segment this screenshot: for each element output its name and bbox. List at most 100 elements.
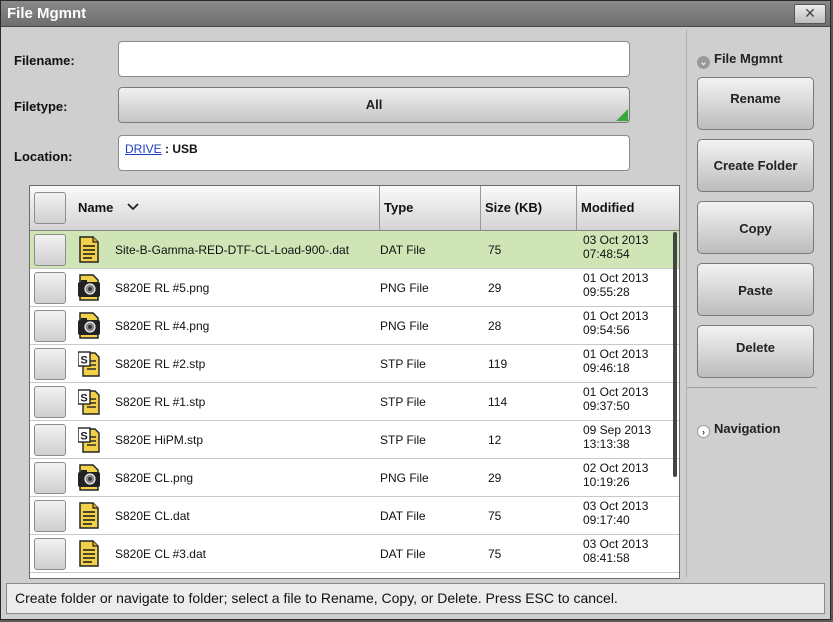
status-bar: Create folder or navigate to folder; sel… bbox=[6, 583, 825, 614]
table-row[interactable]: S820E CL.png PNG File 29 02 Oct 2013 10:19:2… bbox=[30, 459, 679, 497]
file-size: 29 bbox=[488, 471, 502, 485]
file-name: S820E RL #5.png bbox=[115, 281, 210, 295]
modified-time: 09:55:28 bbox=[583, 285, 630, 299]
row-checkbox[interactable] bbox=[34, 538, 66, 570]
column-name-label: Name bbox=[78, 200, 114, 215]
file-type: PNG File bbox=[380, 471, 429, 485]
setup-file-icon: S bbox=[77, 388, 100, 415]
modified-date: 01 Oct 2013 bbox=[583, 309, 649, 323]
file-modified: 01 Oct 2013 09:46:18 bbox=[583, 347, 648, 375]
modified-time: 09:37:50 bbox=[583, 399, 630, 413]
sidebar-divider bbox=[687, 387, 817, 388]
rename-button[interactable]: Rename bbox=[697, 77, 814, 130]
action-sidebar: ⌄ File Mgmnt Rename Create Folder Copy Pa… bbox=[686, 29, 817, 577]
file-browser-panel: Filename: Filetype: All Location: DRIVE … bbox=[14, 29, 680, 579]
file-name: S820E CL.dat bbox=[115, 509, 190, 523]
create-folder-button[interactable]: Create Folder bbox=[697, 139, 814, 192]
file-type: PNG File bbox=[380, 281, 429, 295]
header-select-cell bbox=[30, 186, 80, 230]
table-row[interactable]: S820E RL #5.png PNG File 29 01 Oct 2013 09:5… bbox=[30, 269, 679, 307]
file-type: STP File bbox=[380, 395, 426, 409]
table-row[interactable]: S S820E HiPM.stp STP File 12 09 Sep 2013 13:1… bbox=[30, 421, 679, 459]
table-row[interactable]: S820E RL #4.png PNG File 28 01 Oct 2013 09:5… bbox=[30, 307, 679, 345]
collapse-chevron-icon: ⌄ bbox=[697, 56, 710, 69]
table-row[interactable]: Site-B-Gamma-RED-DTF-CL-Load-900-.dat DAT… bbox=[30, 231, 679, 269]
sort-chevron-down-icon bbox=[127, 203, 139, 211]
column-header-type[interactable]: Type bbox=[380, 186, 481, 230]
drive-link[interactable]: DRIVE bbox=[125, 142, 162, 156]
expand-chevron-icon: › bbox=[697, 425, 710, 438]
row-checkbox[interactable] bbox=[34, 386, 66, 418]
copy-button[interactable]: Copy bbox=[697, 201, 814, 254]
file-table: Name Type Size (KB) Modified Site-B-Gamm… bbox=[29, 185, 680, 579]
file-name: S820E CL.png bbox=[115, 471, 194, 485]
setup-file-icon: S bbox=[77, 426, 100, 453]
title-bar: File Mgmnt ✕ bbox=[1, 1, 830, 27]
file-modified: 01 Oct 2013 09:55:28 bbox=[583, 271, 648, 299]
navigation-section-header[interactable]: › Navigation bbox=[697, 421, 780, 438]
filename-input[interactable] bbox=[118, 41, 630, 77]
file-modified: 02 Oct 2013 10:19:26 bbox=[583, 461, 648, 489]
file-size: 75 bbox=[488, 243, 502, 257]
navigation-label: Navigation bbox=[714, 421, 781, 436]
file-name: S820E RL #2.stp bbox=[115, 357, 206, 371]
file-management-window: File Mgmnt ✕ Filename: Filetype: All Loc… bbox=[0, 0, 831, 620]
modified-time: 09:46:18 bbox=[583, 361, 630, 375]
file-type: DAT File bbox=[380, 243, 426, 257]
window-title: File Mgmnt bbox=[7, 5, 87, 22]
close-button[interactable]: ✕ bbox=[794, 4, 826, 24]
row-checkbox[interactable] bbox=[34, 310, 66, 342]
document-icon bbox=[78, 236, 100, 263]
modified-date: 03 Oct 2013 bbox=[583, 499, 649, 513]
table-header: Name Type Size (KB) Modified bbox=[30, 186, 679, 231]
filename-label: Filename: bbox=[14, 53, 75, 68]
row-checkbox[interactable] bbox=[34, 462, 66, 494]
table-row[interactable]: S S820E RL #2.stp STP File 119 01 Oct 2013 09… bbox=[30, 345, 679, 383]
modified-date: 01 Oct 2013 bbox=[583, 271, 649, 285]
modified-date: 02 Oct 2013 bbox=[583, 461, 649, 475]
column-header-modified[interactable]: Modified bbox=[577, 186, 679, 230]
location-field: DRIVE : USB bbox=[118, 135, 630, 171]
table-row[interactable]: S820E CL.dat DAT File 75 03 Oct 2013 09:17:4… bbox=[30, 497, 679, 535]
row-checkbox[interactable] bbox=[34, 348, 66, 380]
file-modified: 03 Oct 2013 09:17:40 bbox=[583, 499, 648, 527]
row-checkbox[interactable] bbox=[34, 424, 66, 456]
file-size: 119 bbox=[488, 357, 508, 371]
file-type: STP File bbox=[380, 357, 426, 371]
modified-date: 03 Oct 2013 bbox=[583, 233, 649, 247]
dropdown-corner-indicator-icon bbox=[616, 109, 628, 121]
file-type: DAT File bbox=[380, 547, 426, 561]
delete-button[interactable]: Delete bbox=[697, 325, 814, 378]
column-header-size[interactable]: Size (KB) bbox=[481, 186, 577, 230]
setup-file-icon: S bbox=[77, 350, 100, 377]
scrollbar[interactable] bbox=[673, 232, 677, 477]
file-size: 29 bbox=[488, 281, 502, 295]
file-name: Site-B-Gamma-RED-DTF-CL-Load-900-.dat bbox=[115, 243, 350, 257]
file-size: 75 bbox=[488, 509, 502, 523]
svg-text:S: S bbox=[80, 393, 87, 405]
svg-text:S: S bbox=[80, 431, 87, 443]
file-modified: 03 Oct 2013 08:41:58 bbox=[583, 537, 648, 565]
modified-date: 09 Sep 2013 bbox=[583, 423, 652, 437]
modified-date: 03 Oct 2013 bbox=[583, 537, 649, 551]
filetype-value: All bbox=[365, 97, 383, 112]
file-name: S820E HiPM.stp bbox=[115, 433, 204, 447]
table-row[interactable]: S820E CL #3.dat DAT File 75 03 Oct 2013 08:4… bbox=[30, 535, 679, 573]
filetype-dropdown[interactable]: All bbox=[118, 87, 630, 123]
column-header-name[interactable]: Name bbox=[74, 186, 380, 230]
table-row[interactable]: S S820E RL #1.stp STP File 114 01 Oct 2013 09… bbox=[30, 383, 679, 421]
file-type: PNG File bbox=[380, 319, 429, 333]
select-all-checkbox[interactable] bbox=[34, 192, 66, 224]
modified-time: 09:17:40 bbox=[583, 513, 630, 527]
paste-button[interactable]: Paste bbox=[697, 263, 814, 316]
document-icon bbox=[78, 540, 100, 567]
modified-time: 10:19:26 bbox=[583, 475, 630, 489]
location-path: : USB bbox=[161, 142, 198, 156]
file-type: STP File bbox=[380, 433, 426, 447]
document-icon bbox=[78, 502, 100, 529]
file-mgmnt-section-header[interactable]: ⌄ File Mgmnt bbox=[697, 51, 783, 69]
row-checkbox[interactable] bbox=[34, 272, 66, 304]
row-checkbox[interactable] bbox=[34, 234, 66, 266]
file-size: 75 bbox=[488, 547, 502, 561]
row-checkbox[interactable] bbox=[34, 500, 66, 532]
